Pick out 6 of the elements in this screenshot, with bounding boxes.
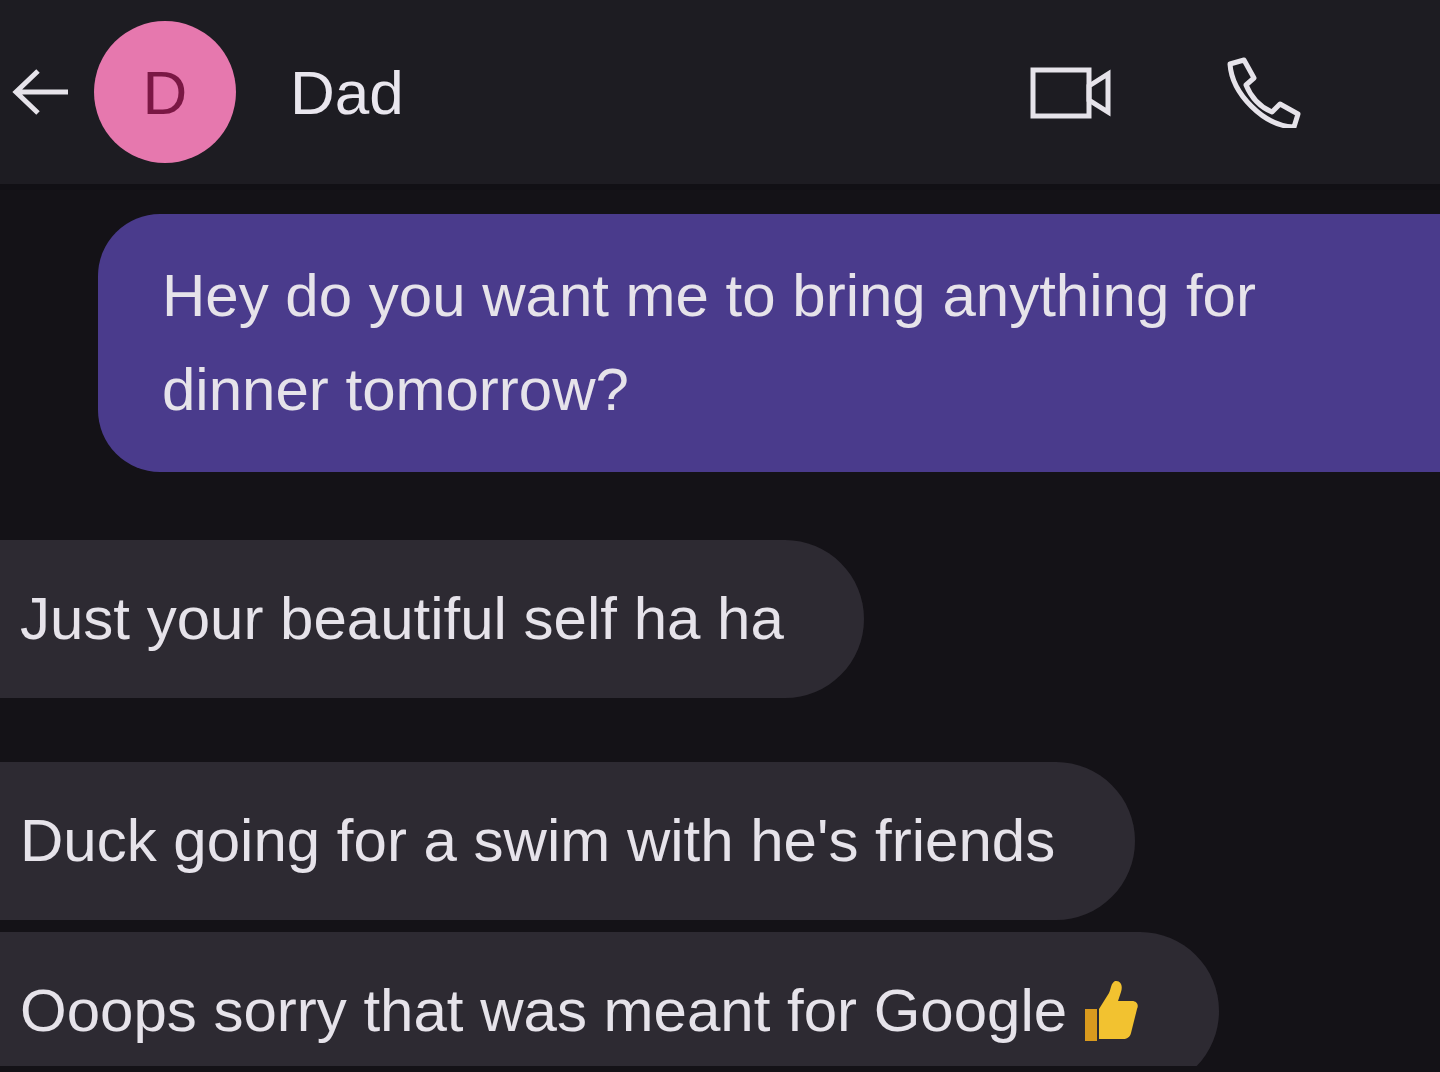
contact-avatar[interactable]: D bbox=[94, 21, 236, 163]
contact-name: Dad bbox=[290, 56, 404, 129]
message-text: Ooops sorry that was meant for Google bbox=[20, 976, 1068, 1046]
message-text: Just your beautiful self ha ha bbox=[20, 584, 784, 654]
message-text: Duck going for a swim with he's friends bbox=[20, 806, 1056, 876]
sent-message: Hey do you want me to bring anything for dinner tomorrow? bbox=[98, 214, 1440, 472]
